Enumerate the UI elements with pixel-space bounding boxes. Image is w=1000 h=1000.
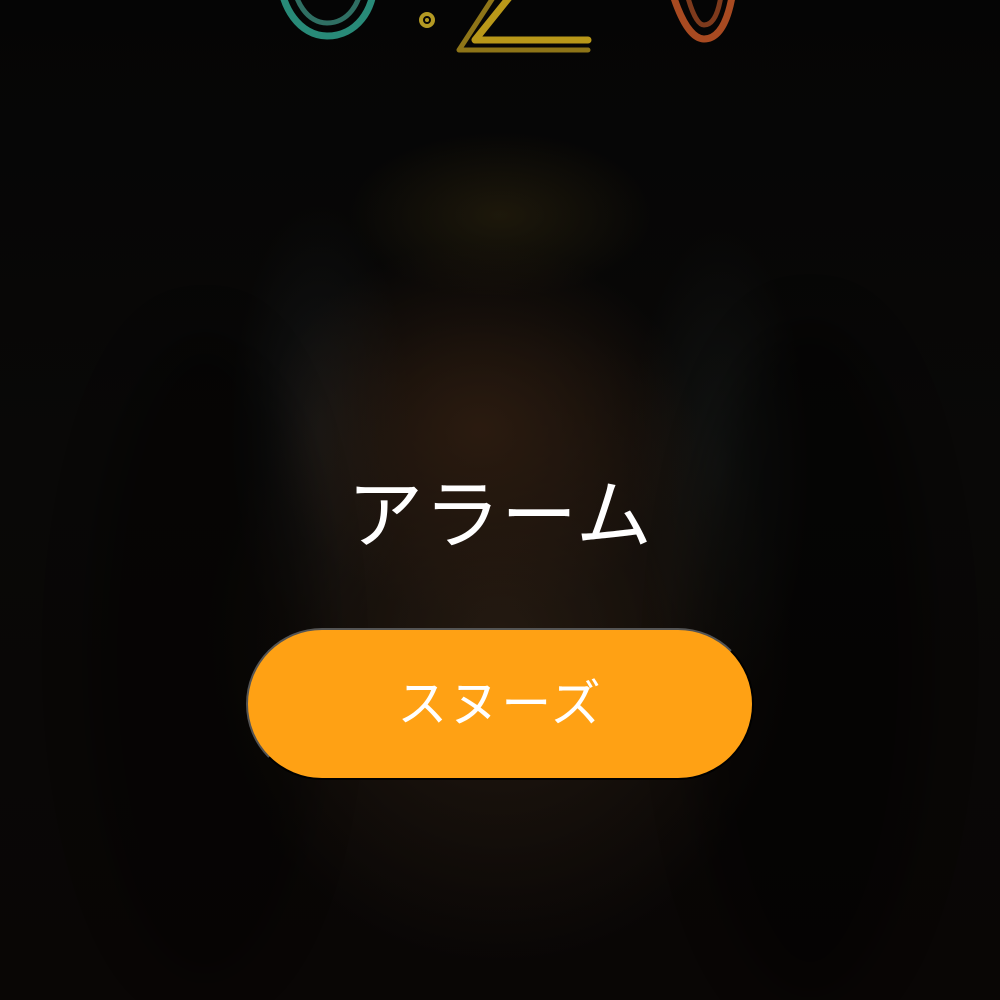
- alarm-title: アラーム: [347, 471, 653, 560]
- alarm-screen: アラーム スヌーズ: [0, 0, 1000, 1000]
- snooze-button[interactable]: スヌーズ: [246, 628, 754, 780]
- clock-digit-zero: [671, 0, 735, 43]
- snooze-button-label: スヌーズ: [397, 676, 603, 732]
- clock-digit-two: [456, 0, 592, 53]
- clock-digit-nine: [280, 0, 376, 40]
- clock-display: [280, 0, 735, 53]
- clock-colon: [419, 12, 435, 28]
